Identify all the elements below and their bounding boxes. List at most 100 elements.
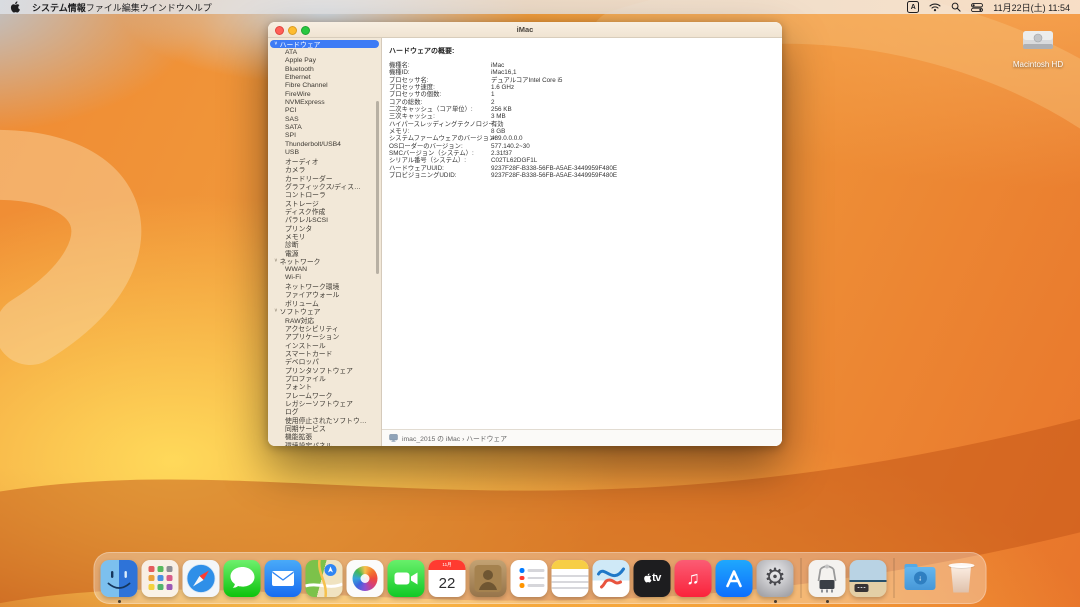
sidebar-item[interactable]: Thunderbolt/USB4 — [268, 140, 381, 148]
overview-value: iMac16,1 — [491, 69, 517, 76]
overview-row: コアの総数: 2 — [389, 99, 776, 106]
overview-value: デュアルコアIntel Core i5 — [491, 77, 562, 84]
sidebar-item[interactable]: PCI — [268, 107, 381, 115]
dock-freeform-icon[interactable] — [593, 560, 630, 597]
overview-heading: ハードウェアの概要: — [389, 46, 776, 56]
overview-value: 有効 — [491, 121, 504, 128]
dock-notes-icon[interactable] — [552, 560, 589, 597]
sidebar-section-software: ∨ ソフトウェア RAW対応アクセシビリティアプリケーションインストールスマート… — [268, 307, 381, 446]
sidebar-section-network: ∨ ネットワーク WWANWi-Fiネットワーク環境ファイアウォールボリューム — [268, 257, 381, 307]
sidebar-item-hardware[interactable]: ∨ ハードウェア — [270, 40, 379, 48]
calendar-day-label: 22 — [429, 570, 466, 597]
music-note-icon: ♫ — [686, 568, 700, 589]
close-button[interactable] — [275, 26, 284, 35]
sidebar-item[interactable]: SAS — [268, 115, 381, 123]
minimize-button[interactable] — [288, 26, 297, 35]
app-store-a-icon — [716, 560, 753, 597]
wifi-icon[interactable] — [929, 2, 941, 12]
overview-label: シリアル番号（システム）: — [389, 157, 491, 164]
calendar-month-label: 11月 — [429, 560, 466, 570]
overview-label: ハイパースレッディングテクノロジー: — [389, 121, 491, 128]
menu-item[interactable]: ヘルプ — [185, 3, 212, 13]
desktop-icon-macintosh-hd[interactable]: Macintosh HD — [1008, 28, 1068, 69]
dock-downloads-folder[interactable]: ↓ — [902, 560, 939, 597]
spotlight-search-icon[interactable] — [951, 2, 961, 12]
sidebar-item[interactable]: NVMExpress — [268, 98, 381, 106]
breadcrumb: imac_2015 の iMac › ハードウェア — [402, 433, 507, 443]
overview-row: 機種ID: iMac16,1 — [389, 69, 776, 76]
chip-caliper-icon — [809, 560, 846, 597]
envelope-icon — [265, 560, 302, 597]
overview-label: プロビジョニングUDID: — [389, 172, 491, 179]
apple-menu-icon[interactable] — [10, 1, 20, 13]
maps-roads-icon — [306, 560, 343, 597]
sidebar-item[interactable]: Bluetooth — [268, 65, 381, 73]
dock-screenshot-icon[interactable] — [850, 560, 887, 597]
chevron-down-icon: ∨ — [274, 308, 278, 314]
sidebar-item[interactable]: SATA — [268, 123, 381, 131]
sidebar-item[interactable]: Fibre Channel — [268, 82, 381, 90]
chevron-down-icon: ∨ — [274, 41, 278, 47]
overview-row: プロセッサ名: デュアルコアIntel Core i5 — [389, 77, 776, 84]
overview-value: 2 — [491, 99, 495, 106]
sidebar-scrollbar[interactable] — [376, 101, 379, 274]
gear-icon: ⚙ — [764, 566, 786, 590]
input-source-icon[interactable]: A — [907, 1, 919, 13]
dock-tv-icon[interactable]: tv — [634, 560, 671, 597]
dock-music-icon[interactable]: ♫ — [675, 560, 712, 597]
sidebar-item-network[interactable]: ∨ ネットワーク — [268, 257, 381, 265]
sidebar-item[interactable]: Apple Pay — [268, 57, 381, 65]
video-camera-icon — [388, 560, 425, 597]
overview-label: 機種ID: — [389, 69, 491, 76]
sidebar-item[interactable]: ATA — [268, 48, 381, 56]
overview-label: コアの総数: — [389, 99, 491, 106]
control-center-icon[interactable] — [971, 3, 983, 12]
overview-value: 3 MB — [491, 113, 506, 120]
sidebar-item[interactable]: WWAN — [268, 265, 381, 273]
menu-item[interactable]: 編集 — [122, 3, 140, 13]
dock-calendar-icon[interactable]: 11月 22 — [429, 560, 466, 597]
overview-row: プロセッサの個数: 1 — [389, 91, 776, 98]
hardware-overview: ハードウェアの概要: 機種名: iMac 機種ID: iMac16,1 — [382, 38, 782, 429]
contact-silhouette-icon — [470, 560, 507, 597]
dock-messages-icon[interactable] — [224, 560, 261, 597]
computer-icon — [389, 434, 398, 442]
menubar-clock[interactable]: 11月22日(土) 11:54 — [993, 1, 1070, 14]
dock-system-information-icon[interactable] — [809, 560, 846, 597]
finder-face-icon — [101, 560, 138, 597]
system-information-window: iMac ∨ ハードウェア ATAApple PayBluetoothEther… — [268, 22, 782, 446]
sidebar-item[interactable]: Ethernet — [268, 73, 381, 81]
overview-row: プロセッサ速度: 1.6 GHz — [389, 84, 776, 91]
dock-maps-icon[interactable] — [306, 560, 343, 597]
dock-finder-icon[interactable] — [101, 560, 138, 597]
overview-value: 2.31f37 — [491, 150, 512, 157]
dock-separator — [894, 558, 895, 598]
sidebar-item[interactable]: FireWire — [268, 90, 381, 98]
dock-facetime-icon[interactable] — [388, 560, 425, 597]
dock-contacts-icon[interactable] — [470, 560, 507, 597]
overview-value: 1.6 GHz — [491, 84, 514, 91]
dock-launchpad-icon[interactable] — [142, 560, 179, 597]
dock-separator — [801, 558, 802, 598]
dock-app-store-icon[interactable] — [716, 560, 753, 597]
apple-logo-icon — [643, 573, 651, 583]
menu-item[interactable]: ファイル — [86, 3, 122, 13]
dock-safari-icon[interactable] — [183, 560, 220, 597]
dock-trash[interactable] — [943, 560, 980, 597]
window-titlebar[interactable]: iMac — [268, 22, 782, 38]
overview-value: 577.140.2~30 — [491, 143, 530, 150]
overview-value: 1 — [491, 91, 495, 98]
menu-item[interactable]: ウインドウ — [140, 3, 185, 13]
dock-mail-icon[interactable] — [265, 560, 302, 597]
report-pane: ハードウェアの概要: 機種名: iMac 機種ID: iMac16,1 — [382, 38, 782, 446]
menu-item[interactable]: システム情報 — [32, 3, 86, 13]
zoom-button[interactable] — [301, 26, 310, 35]
dock-photos-icon[interactable] — [347, 560, 384, 597]
overview-label: システムファームウェアのバージョン: — [389, 135, 491, 142]
dock-system-settings-icon[interactable]: ⚙ — [757, 560, 794, 597]
sidebar-item[interactable]: 環境設定パネル — [268, 441, 381, 447]
sidebar-item[interactable]: SPI — [268, 132, 381, 140]
overview-value: 9237F28F-B338-56FB-A5AE-3449959F480E — [491, 172, 617, 179]
dock-reminders-icon[interactable] — [511, 560, 548, 597]
overview-label: プロセッサの個数: — [389, 91, 491, 98]
